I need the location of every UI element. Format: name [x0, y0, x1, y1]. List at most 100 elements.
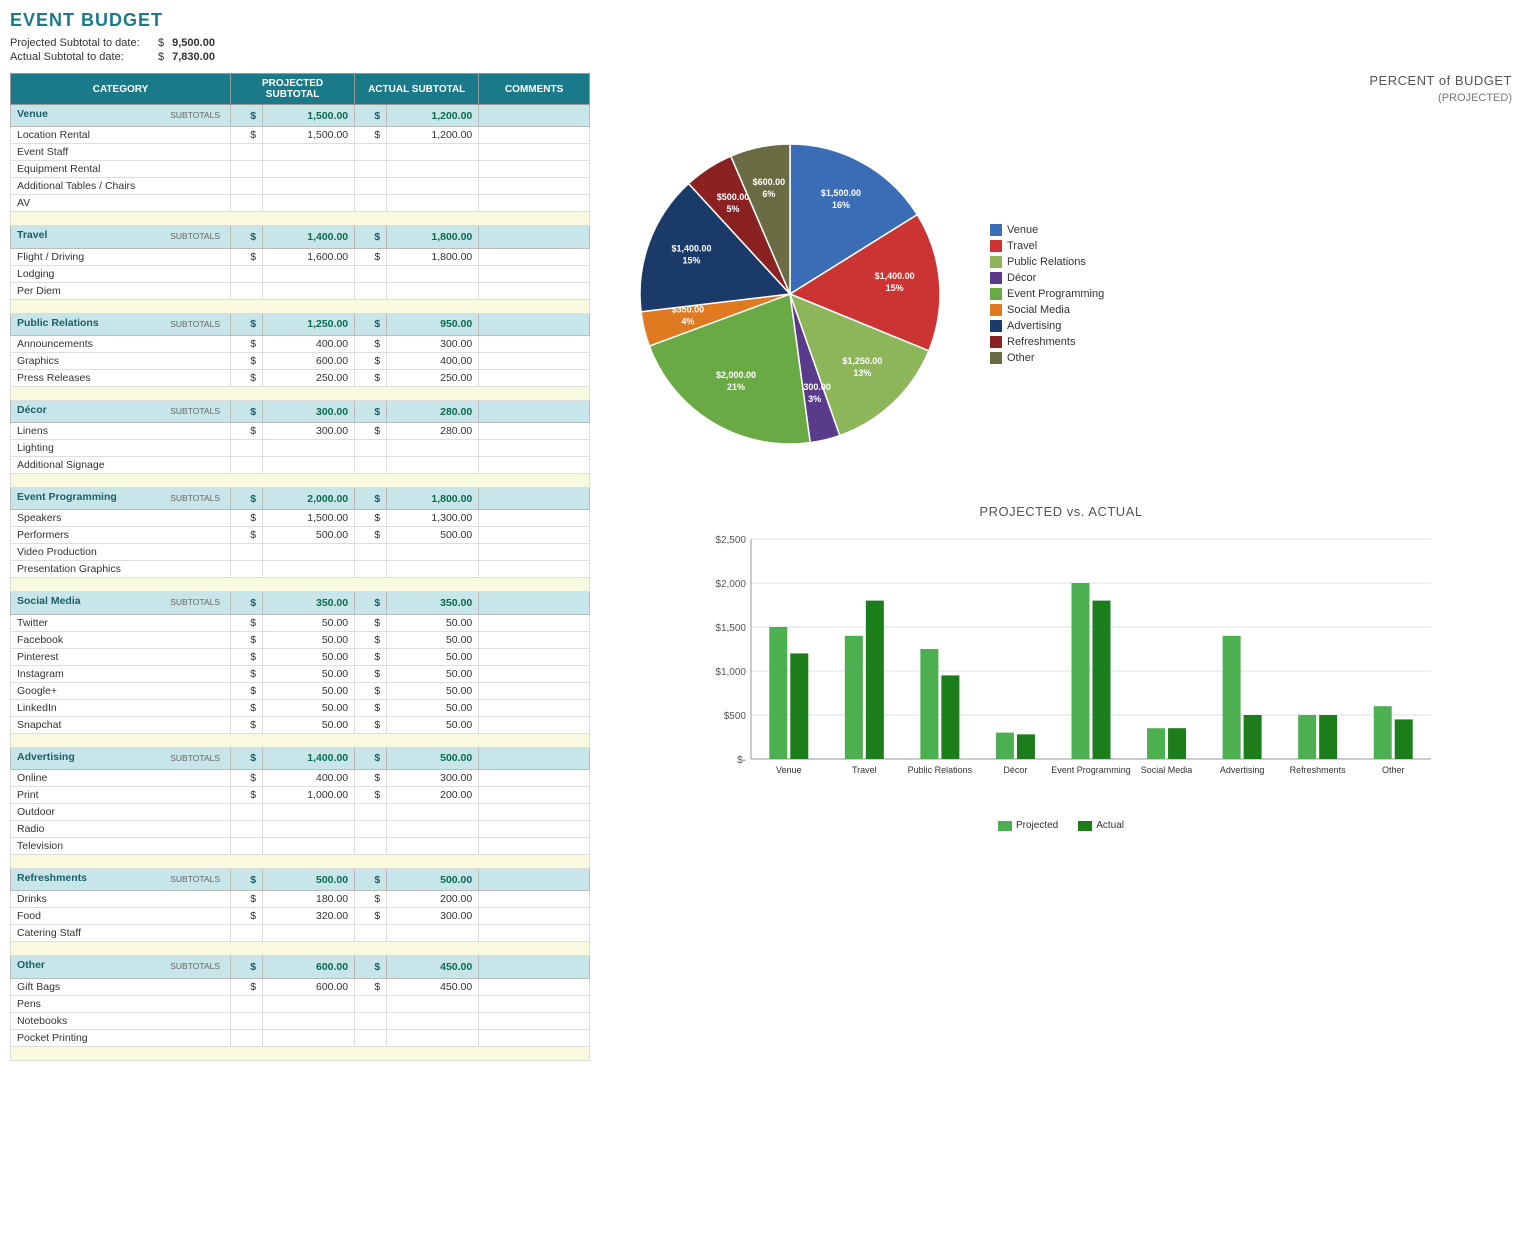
legend-item-décor: Décor: [990, 272, 1104, 284]
table-row: LinkedIn $ 50.00 $ 50.00: [11, 699, 590, 716]
section-header-event-programming: Event Programming SUBTOTALS $ 2,000.00 $…: [11, 488, 590, 510]
actual-bar-4: [1093, 601, 1111, 759]
section-header-other: Other SUBTOTALS $ 600.00 $ 450.00: [11, 956, 590, 978]
projected-bar-3: [996, 733, 1014, 759]
actual-bar-2: [941, 675, 959, 759]
table-row: Pens: [11, 995, 590, 1012]
table-row: Flight / Driving $ 1,600.00 $ 1,800.00: [11, 248, 590, 265]
table-row: Per Diem: [11, 282, 590, 299]
svg-text:Event Programming: Event Programming: [1051, 765, 1131, 775]
table-row: Twitter $ 50.00 $ 50.00: [11, 614, 590, 631]
section-header-travel: Travel SUBTOTALS $ 1,400.00 $ 1,800.00: [11, 226, 590, 248]
legend-item-venue: Venue: [990, 224, 1104, 236]
actual-bar-3: [1017, 734, 1035, 759]
bar-chart-section: PROJECTED vs. ACTUAL $-$500$1,000$1,500$…: [610, 504, 1512, 831]
projected-summary: Projected Subtotal to date: $ 9,500.00: [10, 37, 1512, 49]
spacer-row: [11, 855, 590, 869]
svg-text:16%: 16%: [832, 200, 850, 210]
svg-text:$2,000: $2,000: [715, 579, 746, 590]
table-row: AV: [11, 195, 590, 212]
comments-header: COMMENTS: [479, 74, 590, 105]
table-row: Performers $ 500.00 $ 500.00: [11, 527, 590, 544]
pie-title: PERCENT of BUDGET: [610, 73, 1512, 88]
pie-chart-svg: $1,500.0016%$1,400.0015%$1,250.0013%$300…: [610, 114, 970, 474]
legend-item-public relations: Public Relations: [990, 256, 1104, 268]
svg-text:$2,000.00: $2,000.00: [716, 370, 756, 380]
table-row: Event Staff: [11, 144, 590, 161]
actual-bar-5: [1168, 728, 1186, 759]
svg-text:Public Relations: Public Relations: [908, 765, 973, 775]
svg-text:$1,500.00: $1,500.00: [821, 188, 861, 198]
projected-swatch: [998, 821, 1012, 831]
spacer-row: [11, 578, 590, 592]
table-row: Presentation Graphics: [11, 561, 590, 578]
section-header-social-media: Social Media SUBTOTALS $ 350.00 $ 350.00: [11, 592, 590, 614]
table-row: Catering Staff: [11, 925, 590, 942]
svg-text:Venue: Venue: [776, 765, 802, 775]
bar-chart-title: PROJECTED vs. ACTUAL: [610, 504, 1512, 519]
projected-header: PROJECTED SUBTOTAL: [231, 74, 355, 105]
svg-text:3%: 3%: [808, 394, 821, 404]
svg-text:$-: $-: [737, 755, 746, 766]
table-row: Announcements $ 400.00 $ 300.00: [11, 335, 590, 352]
pie-legend: VenueTravelPublic RelationsDécorEvent Pr…: [990, 224, 1104, 364]
budget-table-panel: CATEGORY PROJECTED SUBTOTAL ACTUAL SUBTO…: [10, 73, 590, 1061]
svg-text:$1,000: $1,000: [715, 667, 746, 678]
table-row: Online $ 400.00 $ 300.00: [11, 770, 590, 787]
svg-text:Travel: Travel: [852, 765, 877, 775]
projected-bar-1: [845, 636, 863, 759]
pie-subtitle: (PROJECTED): [610, 92, 1512, 104]
table-row: Food $ 320.00 $ 300.00: [11, 908, 590, 925]
section-header-décor: Décor SUBTOTALS $ 300.00 $ 280.00: [11, 400, 590, 422]
category-header: CATEGORY: [11, 74, 231, 105]
svg-text:Other: Other: [1382, 765, 1405, 775]
svg-text:13%: 13%: [853, 368, 871, 378]
table-row: Linens $ 300.00 $ 280.00: [11, 423, 590, 440]
projected-bar-5: [1147, 728, 1165, 759]
table-row: Google+ $ 50.00 $ 50.00: [11, 682, 590, 699]
spacer-row: [11, 474, 590, 488]
actual-bar-0: [790, 653, 808, 759]
svg-text:Advertising: Advertising: [1220, 765, 1265, 775]
section-header-advertising: Advertising SUBTOTALS $ 1,400.00 $ 500.0…: [11, 747, 590, 769]
actual-bar-1: [866, 601, 884, 759]
charts-panel: PERCENT of BUDGET (PROJECTED) $1,500.00 1…: [610, 73, 1512, 1061]
svg-text:21%: 21%: [727, 382, 745, 392]
svg-text:$2,500: $2,500: [715, 535, 746, 546]
bar-chart-svg: $-$500$1,000$1,500$2,000$2,500VenueTrave…: [660, 529, 1502, 809]
table-row: Television: [11, 838, 590, 855]
actual-bar-8: [1395, 719, 1413, 759]
table-row: Additional Signage: [11, 457, 590, 474]
spacer-row: [11, 212, 590, 226]
actual-summary: Actual Subtotal to date: $ 7,830.00: [10, 51, 1512, 63]
table-row: Graphics $ 600.00 $ 400.00: [11, 352, 590, 369]
spacer-row: [11, 1046, 590, 1060]
table-row: Additional Tables / Chairs: [11, 178, 590, 195]
table-row: Notebooks: [11, 1012, 590, 1029]
legend-item-event programming: Event Programming: [990, 288, 1104, 300]
actual-bar-7: [1319, 715, 1337, 759]
table-row: Location Rental $ 1,500.00 $ 1,200.00: [11, 127, 590, 144]
svg-text:$500.00: $500.00: [717, 192, 750, 202]
table-row: Instagram $ 50.00 $ 50.00: [11, 665, 590, 682]
legend-item-other: Other: [990, 352, 1104, 364]
projected-bar-6: [1223, 636, 1241, 759]
svg-text:$600.00: $600.00: [753, 177, 786, 187]
section-header-public-relations: Public Relations SUBTOTALS $ 1,250.00 $ …: [11, 313, 590, 335]
legend-item-social media: Social Media: [990, 304, 1104, 316]
table-row: Pocket Printing: [11, 1029, 590, 1046]
svg-text:Décor: Décor: [1003, 765, 1027, 775]
projected-bar-4: [1072, 583, 1090, 759]
page-title: EVENT BUDGET: [10, 10, 1512, 31]
projected-bar-0: [769, 627, 787, 759]
legend-item-refreshments: Refreshments: [990, 336, 1104, 348]
table-row: Gift Bags $ 600.00 $ 450.00: [11, 978, 590, 995]
spacer-row: [11, 299, 590, 313]
pie-chart-section: PERCENT of BUDGET (PROJECTED) $1,500.00 1…: [610, 73, 1512, 474]
table-row: Press Releases $ 250.00 $ 250.00: [11, 369, 590, 386]
table-row: Snapchat $ 50.00 $ 50.00: [11, 716, 590, 733]
table-row: Pinterest $ 50.00 $ 50.00: [11, 648, 590, 665]
table-row: Lodging: [11, 265, 590, 282]
actual-header: ACTUAL SUBTOTAL: [355, 74, 479, 105]
spacer-row: [11, 386, 590, 400]
